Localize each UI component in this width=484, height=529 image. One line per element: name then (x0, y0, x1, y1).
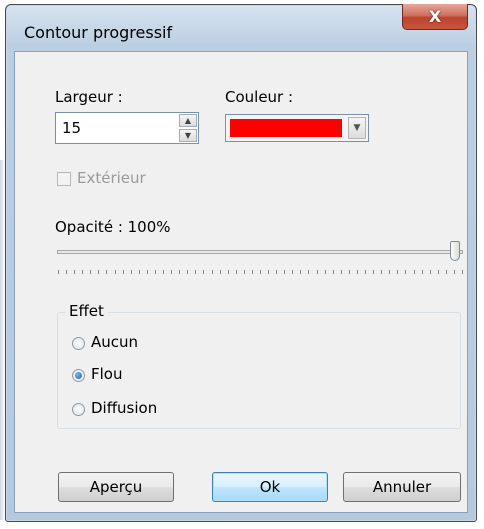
radio-blur[interactable] (72, 369, 85, 382)
effect-group-title: Effet (65, 302, 108, 320)
slider-tick (292, 270, 294, 274)
slider-tick (397, 270, 399, 274)
spin-up-button[interactable]: ▲ (179, 114, 197, 127)
radio-blur-label[interactable]: Flou (91, 365, 122, 383)
slider-tick (195, 270, 197, 274)
ok-button[interactable]: Ok (212, 472, 328, 502)
slider-tick (211, 270, 213, 274)
color-dropdown-button[interactable]: ▼ (348, 117, 366, 139)
opacity-slider-thumb[interactable] (450, 241, 460, 261)
slider-tick (187, 270, 189, 274)
opacity-slider-track[interactable] (57, 250, 463, 254)
exterior-label: Extérieur (77, 169, 146, 187)
opacity-slider-ticks (58, 270, 463, 274)
radio-diffusion[interactable] (72, 403, 85, 416)
slider-tick (138, 270, 140, 274)
slider-tick (373, 270, 375, 274)
opacity-label: Opacité : 100% (55, 218, 171, 236)
close-button[interactable]: X (402, 4, 468, 30)
slider-tick (365, 270, 367, 274)
slider-tick (356, 270, 358, 274)
slider-tick (268, 270, 270, 274)
radio-diffusion-label[interactable]: Diffusion (91, 399, 157, 417)
slider-tick (179, 270, 181, 274)
slider-tick (300, 270, 302, 274)
slider-tick (171, 270, 173, 274)
color-picker[interactable]: ▼ (225, 114, 369, 142)
dialog-window: Contour progressif X Largeur : 15 ▲ ▼ Co… (5, 4, 477, 522)
dialog-body: Largeur : 15 ▲ ▼ Couleur : ▼ Extérieur O… (14, 51, 468, 513)
spin-down-button[interactable]: ▼ (179, 129, 197, 142)
slider-tick (332, 270, 334, 274)
slider-tick (405, 270, 407, 274)
slider-tick (227, 270, 229, 274)
chevron-down-icon: ▼ (353, 123, 361, 133)
slider-tick (90, 270, 92, 274)
slider-tick (340, 270, 342, 274)
slider-tick (66, 270, 68, 274)
slider-tick (114, 270, 116, 274)
color-swatch[interactable] (230, 119, 342, 137)
slider-tick (82, 270, 84, 274)
slider-tick (308, 270, 310, 274)
triangle-down-icon: ▼ (184, 131, 192, 140)
title-bar[interactable]: Contour progressif X (6, 4, 476, 51)
radio-none[interactable] (72, 337, 85, 350)
width-label: Largeur : (55, 88, 123, 106)
slider-tick (219, 270, 221, 274)
slider-tick (251, 270, 253, 274)
slider-tick (235, 270, 237, 274)
slider-tick (413, 270, 415, 274)
slider-tick (98, 270, 100, 274)
slider-tick (243, 270, 245, 274)
width-spinbox[interactable]: 15 ▲ ▼ (55, 112, 199, 144)
slider-tick (421, 270, 423, 274)
slider-tick (316, 270, 318, 274)
slider-tick (284, 270, 286, 274)
slider-tick (203, 270, 205, 274)
slider-tick (130, 270, 132, 274)
slider-tick (58, 270, 59, 274)
slider-tick (163, 270, 165, 274)
slider-tick (381, 270, 383, 274)
slider-tick (146, 270, 148, 274)
triangle-up-icon: ▲ (184, 116, 192, 125)
cancel-button[interactable]: Annuler (343, 472, 461, 502)
slider-tick (462, 270, 463, 274)
window-title: Contour progressif (24, 23, 173, 42)
spin-buttons: ▲ ▼ (179, 114, 197, 142)
slider-tick (389, 270, 391, 274)
close-icon: X (428, 7, 442, 26)
slider-tick (445, 270, 447, 274)
slider-tick (429, 270, 431, 274)
slider-tick (324, 270, 326, 274)
slider-tick (348, 270, 350, 274)
exterior-checkbox[interactable] (57, 172, 71, 186)
slider-tick (154, 270, 156, 274)
radio-none-label[interactable]: Aucun (91, 333, 138, 351)
color-label: Couleur : (225, 88, 294, 106)
preview-button[interactable]: Aperçu (58, 472, 174, 502)
slider-tick (106, 270, 108, 274)
slider-tick (74, 270, 76, 274)
slider-tick (437, 270, 439, 274)
slider-tick (260, 270, 261, 274)
width-value[interactable]: 15 (62, 119, 81, 137)
slider-tick (453, 270, 455, 274)
slider-tick (276, 270, 278, 274)
slider-tick (122, 270, 124, 274)
